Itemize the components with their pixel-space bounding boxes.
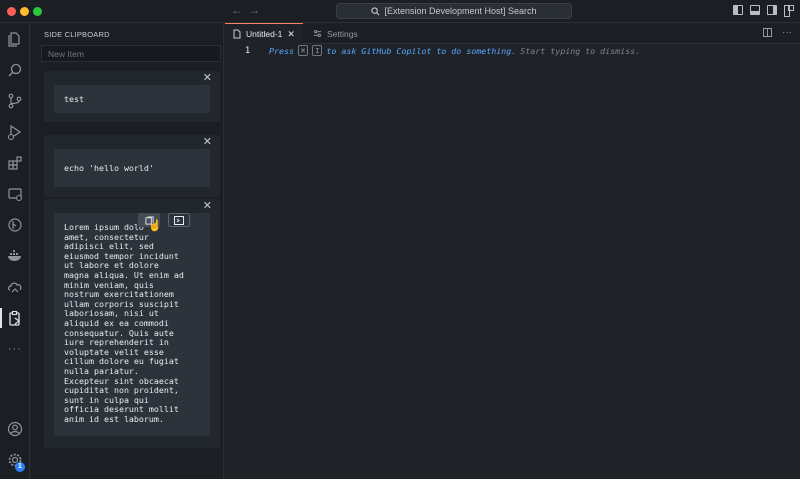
tab-untitled-1[interactable]: Untitled-1 ✕	[225, 23, 303, 44]
more-icon[interactable]: ···	[0, 337, 30, 361]
panel-title: SIDE CLIPBOARD	[44, 30, 110, 39]
file-icon	[233, 29, 241, 39]
hint-press: Press	[269, 45, 294, 56]
docker-icon[interactable]	[0, 244, 30, 268]
command-key-icon: ⌘	[297, 45, 309, 56]
run-debug-icon[interactable]	[0, 120, 30, 144]
maximize-window-button[interactable]	[33, 7, 42, 16]
search-icon	[371, 6, 380, 15]
clip-item-text: echo 'hello world'	[54, 149, 210, 187]
close-window-button[interactable]	[7, 7, 16, 16]
close-tab-icon[interactable]: ✕	[287, 29, 295, 40]
tab-label: Settings	[327, 28, 358, 39]
extensions-icon[interactable]	[0, 151, 30, 175]
close-icon[interactable]: ✕	[203, 71, 212, 84]
settings-icon	[313, 30, 322, 37]
clip-item[interactable]: ✕ echo 'hello world'	[44, 135, 220, 197]
new-item-input[interactable]: New Item	[41, 45, 221, 62]
title-bar: ← → [Extension Development Host] Search	[0, 0, 800, 23]
split-editor-icon[interactable]	[763, 28, 772, 37]
pointer-cursor-icon: ☝	[148, 220, 162, 232]
line-number: 1	[245, 46, 251, 56]
manage-gear-icon[interactable]: 1	[0, 448, 30, 472]
cloud-icon[interactable]	[0, 275, 30, 299]
accounts-icon[interactable]	[0, 417, 30, 441]
more-actions-icon[interactable]: ···	[782, 28, 792, 38]
remote-explorer-icon[interactable]	[0, 182, 30, 206]
clip-item-text: test	[54, 85, 210, 113]
command-center-label: [Extension Development Host] Search	[384, 6, 537, 16]
hint-action: to ask GitHub Copilot to do something.	[326, 45, 517, 56]
customize-layout-icon[interactable]	[784, 5, 794, 17]
i-key: I	[312, 45, 323, 56]
toggle-secondary-sidebar-icon[interactable]	[767, 5, 777, 15]
clip-item-text: Lorem ipsum dolo amet, consectetur adipi…	[54, 213, 210, 436]
tab-bar: Untitled-1 ✕ Settings ···	[225, 23, 800, 44]
side-clipboard-panel: SIDE CLIPBOARD New Item ✕ test ✕ echo 'h…	[31, 23, 224, 479]
explorer-icon[interactable]	[0, 27, 30, 51]
run-in-terminal-button[interactable]	[168, 213, 190, 227]
forward-arrow-icon[interactable]: →	[248, 3, 260, 17]
source-control-icon[interactable]	[0, 89, 30, 113]
search-icon[interactable]	[0, 58, 30, 82]
command-center-search[interactable]: [Extension Development Host] Search	[336, 3, 572, 19]
tab-settings[interactable]: Settings	[305, 23, 366, 44]
close-icon[interactable]: ✕	[203, 199, 212, 212]
terminal-icon	[174, 215, 184, 225]
close-icon[interactable]: ✕	[203, 135, 212, 148]
side-clipboard-icon[interactable]	[0, 306, 30, 330]
minimize-window-button[interactable]	[20, 7, 29, 16]
clip-item[interactable]: ✕ test	[44, 71, 220, 122]
tab-label: Untitled-1	[246, 29, 283, 39]
hint-dismiss: Start typing to dismiss.	[520, 45, 641, 56]
editor-area: Untitled-1 ✕ Settings ··· 1 Press ⌘ I to…	[225, 23, 800, 479]
clip-item[interactable]: ✕ Lorem ipsum dolo amet, consectetur adi…	[44, 199, 220, 448]
toggle-panel-icon[interactable]	[750, 5, 760, 15]
activity-bar: ··· 1	[0, 23, 30, 479]
back-arrow-icon[interactable]: ←	[231, 3, 243, 17]
copilot-hint: Press ⌘ I to ask GitHub Copilot to do so…	[269, 45, 640, 56]
git-graph-icon[interactable]	[0, 213, 30, 237]
toggle-primary-sidebar-icon[interactable]	[733, 5, 743, 15]
manage-badge: 1	[15, 462, 25, 472]
